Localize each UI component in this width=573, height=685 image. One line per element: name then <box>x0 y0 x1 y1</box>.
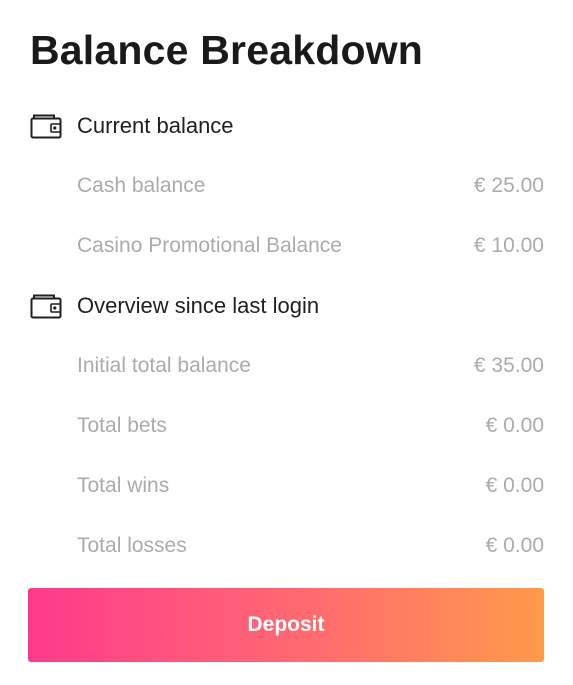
deposit-button[interactable]: Deposit <box>28 588 544 662</box>
wallet-icon <box>30 292 62 320</box>
row-amount: € 10.00 <box>473 234 544 257</box>
balance-breakdown-panel: Balance Breakdown Current balance Cash b… <box>0 0 573 685</box>
row-amount: € 0.00 <box>485 414 544 437</box>
row-amount: € 35.00 <box>473 354 544 377</box>
balance-row-total-bets: Total bets € 0.00 <box>77 411 544 441</box>
page-title: Balance Breakdown <box>30 27 424 73</box>
wallet-icon <box>30 112 62 140</box>
balance-row-cash: Cash balance € 25.00 <box>77 171 544 201</box>
balance-row-total-wins: Total wins € 0.00 <box>77 471 544 501</box>
row-amount: € 0.00 <box>485 474 544 497</box>
row-label: Total wins <box>77 474 170 497</box>
row-amount: € 25.00 <box>473 174 544 197</box>
row-label: Initial total balance <box>77 354 251 377</box>
section-current-balance: Current balance <box>30 111 234 141</box>
balance-row-casino-promo: Casino Promotional Balance € 10.00 <box>77 231 544 261</box>
section-label: Current balance <box>77 113 234 138</box>
row-label: Cash balance <box>77 174 206 197</box>
balance-row-initial-total: Initial total balance € 35.00 <box>77 351 544 381</box>
section-label: Overview since last login <box>77 293 320 318</box>
balance-row-total-losses: Total losses € 0.00 <box>77 531 544 561</box>
row-label: Total losses <box>77 534 187 557</box>
row-label: Casino Promotional Balance <box>77 234 342 257</box>
row-label: Total bets <box>77 414 167 437</box>
section-overview-since-last-login: Overview since last login <box>30 291 319 321</box>
row-amount: € 0.00 <box>485 534 544 557</box>
